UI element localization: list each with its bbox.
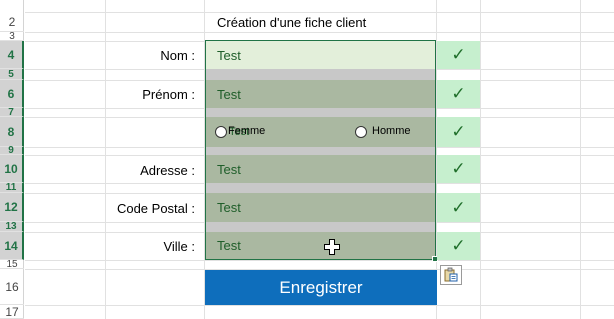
- row-number-17[interactable]: 17: [0, 305, 24, 319]
- ville-field[interactable]: Test: [206, 232, 435, 259]
- row-number-6[interactable]: 6: [0, 80, 24, 108]
- code-postal-label: Code Postal :: [116, 201, 195, 216]
- row-number-2[interactable]: 2: [0, 12, 24, 32]
- grid-line: [480, 0, 481, 319]
- row-number-13[interactable]: 13: [0, 221, 24, 232]
- ville-label: Ville :: [163, 239, 195, 254]
- adresse-field[interactable]: Test: [206, 155, 435, 183]
- adresse-value: Test: [217, 161, 241, 177]
- check-icon: ✓: [437, 193, 480, 222]
- code-postal-value: Test: [217, 200, 241, 215]
- femme-radio[interactable]: [215, 126, 227, 138]
- code-postal-field[interactable]: Test: [206, 193, 435, 222]
- save-button[interactable]: Enregistrer: [205, 270, 437, 305]
- client-form: Test Test Test Femme Homme Test Test Tes…: [205, 40, 436, 260]
- grid-line: [25, 32, 614, 33]
- grid-line: [25, 305, 614, 306]
- cursor-icon: [324, 239, 340, 255]
- check-icon: ✓: [437, 80, 480, 108]
- row-number-11[interactable]: 11: [0, 182, 24, 193]
- adresse-label: Adresse :: [140, 163, 195, 178]
- row-number-16[interactable]: 16: [0, 269, 24, 305]
- row-number-15[interactable]: 15: [0, 259, 24, 270]
- row-number-10[interactable]: 10: [0, 155, 24, 183]
- row-number-8[interactable]: 8: [0, 117, 24, 147]
- grid-line: [25, 260, 614, 261]
- row-number-3[interactable]: 3: [0, 31, 24, 42]
- check-icon: ✓: [437, 41, 480, 69]
- homme-radio[interactable]: [355, 126, 367, 138]
- row-number-5[interactable]: 5: [0, 69, 24, 80]
- prenom-field[interactable]: Test: [206, 80, 435, 108]
- genre-field: Test Femme Homme: [206, 117, 435, 147]
- page-title: Création d'une fiche client: [217, 15, 367, 30]
- ville-value: Test: [217, 238, 241, 253]
- prenom-label: Prénom :: [142, 87, 195, 102]
- grid-line: [580, 0, 581, 319]
- nom-label: Nom :: [160, 48, 195, 63]
- row-number-12[interactable]: 12: [0, 193, 24, 222]
- paste-options-icon[interactable]: [440, 265, 462, 285]
- prenom-value: Test: [217, 86, 241, 102]
- nom-value: Test: [217, 47, 241, 63]
- femme-label[interactable]: Femme: [228, 125, 265, 137]
- row-number-9[interactable]: 9: [0, 145, 24, 156]
- row-number-7[interactable]: 7: [0, 107, 24, 118]
- check-icon: ✓: [437, 155, 480, 183]
- row-number-4[interactable]: 4: [0, 41, 24, 69]
- homme-label[interactable]: Homme: [372, 125, 411, 137]
- check-icon: ✓: [437, 232, 480, 260]
- nom-field[interactable]: Test: [206, 41, 435, 69]
- check-icon: ✓: [437, 117, 480, 147]
- row-number-14[interactable]: 14: [0, 232, 24, 260]
- row-header-column: 2 3 4 5 6 7 8 9 10 11 12 13 14 15 16 17: [0, 0, 24, 319]
